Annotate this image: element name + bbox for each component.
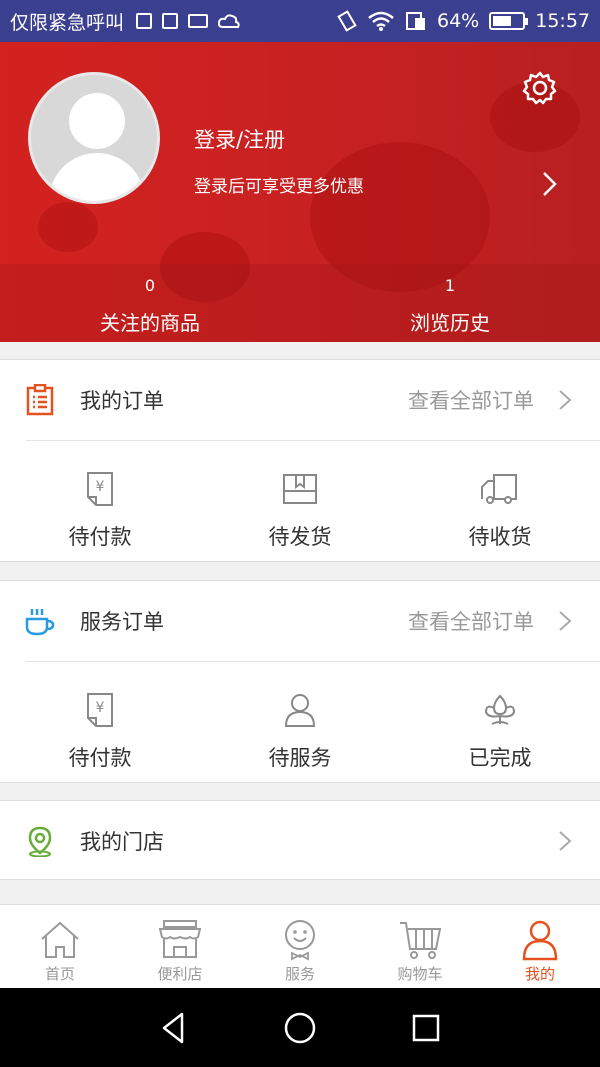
tab-label: 购物车 xyxy=(397,965,443,983)
view-all-service-orders-link[interactable]: 查看全部订单 xyxy=(408,606,534,636)
tab-label: 我的 xyxy=(524,965,555,983)
battery-icon xyxy=(489,12,529,30)
service-orders-header[interactable]: 服务订单 查看全部订单 xyxy=(0,581,600,661)
user-icon xyxy=(522,920,558,961)
stat-browse-history[interactable]: 1 浏览历史 xyxy=(300,264,600,342)
service-pending-service[interactable]: 待服务 xyxy=(200,662,400,783)
svg-text:¥: ¥ xyxy=(96,479,105,495)
settings-gear-icon[interactable] xyxy=(522,70,558,106)
home-circle-icon[interactable] xyxy=(282,1010,318,1046)
avatar-head xyxy=(69,93,125,149)
image-icon xyxy=(162,13,179,29)
service-orders-status-grid: ¥ 待付款 待服务 已完成 xyxy=(0,662,600,783)
status-label: 待发货 xyxy=(268,525,332,549)
status-label: 待收货 xyxy=(468,525,532,549)
cloud-decoration xyxy=(38,202,98,252)
chevron-right-icon xyxy=(559,831,572,851)
order-pending-shipment[interactable]: 待发货 xyxy=(200,441,400,562)
stat-label: 浏览历史 xyxy=(410,311,490,335)
home-icon xyxy=(41,921,79,958)
status-bar: 仅限紧急呼叫 64% 15:57 xyxy=(0,0,600,42)
view-all-orders-link[interactable]: 查看全部订单 xyxy=(408,385,534,415)
bottom-tab-bar: 首页 便利店 服务 购物车 我的 xyxy=(0,904,600,988)
system-navigation-bar xyxy=(0,988,600,1067)
service-pending-payment[interactable]: ¥ 待付款 xyxy=(0,662,200,783)
sim-icon xyxy=(406,12,425,30)
profile-header: 登录/注册 登录后可享受更多优惠 0 关注的商品 1 浏览历史 xyxy=(0,42,600,342)
store-icon xyxy=(158,920,202,958)
stat-count: 1 xyxy=(444,276,456,295)
package-box-icon xyxy=(283,474,317,504)
tab-cart[interactable]: 购物车 xyxy=(360,905,480,988)
profile-stats: 0 关注的商品 1 浏览历史 xyxy=(0,264,600,342)
tab-mine[interactable]: 我的 xyxy=(480,905,600,988)
clipboard-list-icon xyxy=(26,384,54,416)
tab-home[interactable]: 首页 xyxy=(0,905,120,988)
battery-fill xyxy=(493,16,512,26)
carrier-text: 仅限紧急呼叫 xyxy=(10,11,125,34)
my-store-row[interactable]: 我的门店 xyxy=(0,801,600,881)
service-completed[interactable]: 已完成 xyxy=(400,662,600,783)
back-triangle-icon[interactable] xyxy=(156,1010,192,1046)
status-label: 待服务 xyxy=(268,746,332,770)
flower-icon xyxy=(484,694,516,725)
login-register-link[interactable]: 登录/注册 xyxy=(194,124,285,154)
tab-convenience-store[interactable]: 便利店 xyxy=(120,905,240,988)
vibrate-icon xyxy=(337,10,357,32)
my-orders-status-grid: ¥ 待付款 待发货 待收货 xyxy=(0,441,600,562)
chevron-right-icon xyxy=(559,611,572,631)
tab-label: 便利店 xyxy=(157,965,203,983)
my-orders-title: 我的订单 xyxy=(80,389,164,413)
my-store-card: 我的门店 xyxy=(0,800,600,880)
chevron-right-icon[interactable] xyxy=(540,170,560,198)
order-pending-receipt[interactable]: 待收货 xyxy=(400,441,600,562)
stat-count: 0 xyxy=(144,276,156,295)
location-pin-icon xyxy=(28,826,52,857)
status-label: 待付款 xyxy=(68,746,132,770)
my-orders-header[interactable]: 我的订单 查看全部订单 xyxy=(0,360,600,440)
status-label: 待付款 xyxy=(68,525,132,549)
battery-percent: 64% xyxy=(437,10,480,32)
cart-icon xyxy=(400,922,442,959)
cloud-icon xyxy=(218,14,240,28)
stat-followed-products[interactable]: 0 关注的商品 xyxy=(0,264,300,342)
yuan-receipt-icon: ¥ xyxy=(87,693,113,727)
svg-text:¥: ¥ xyxy=(96,700,105,716)
status-label: 已完成 xyxy=(468,746,532,770)
wifi-icon xyxy=(368,11,394,31)
service-orders-title: 服务订单 xyxy=(80,610,164,634)
delivery-truck-icon xyxy=(481,474,517,504)
yuan-receipt-icon: ¥ xyxy=(87,472,113,506)
my-orders-card: 我的订单 查看全部订单 ¥ 待付款 待发货 待收货 xyxy=(0,359,600,562)
service-orders-card: 服务订单 查看全部订单 ¥ 待付款 待服务 已完成 xyxy=(0,580,600,783)
notification-icons xyxy=(136,13,240,29)
stat-label: 关注的商品 xyxy=(100,311,200,335)
login-benefit-text: 登录后可享受更多优惠 xyxy=(194,177,364,197)
tab-label: 首页 xyxy=(44,965,75,983)
avatar[interactable] xyxy=(28,72,160,204)
upload-icon xyxy=(136,13,153,29)
chevron-right-icon xyxy=(559,390,572,410)
coffee-cup-icon xyxy=(25,609,55,636)
order-pending-payment[interactable]: ¥ 待付款 xyxy=(0,441,200,562)
avatar-body xyxy=(49,153,145,201)
tab-label: 服务 xyxy=(284,965,315,983)
recents-square-icon[interactable] xyxy=(408,1010,444,1046)
my-store-title: 我的门店 xyxy=(80,830,164,854)
service-face-icon xyxy=(285,920,315,961)
keyboard-icon xyxy=(188,14,209,28)
clock: 15:57 xyxy=(535,10,590,32)
person-icon xyxy=(284,694,316,727)
tab-service[interactable]: 服务 xyxy=(240,905,360,988)
